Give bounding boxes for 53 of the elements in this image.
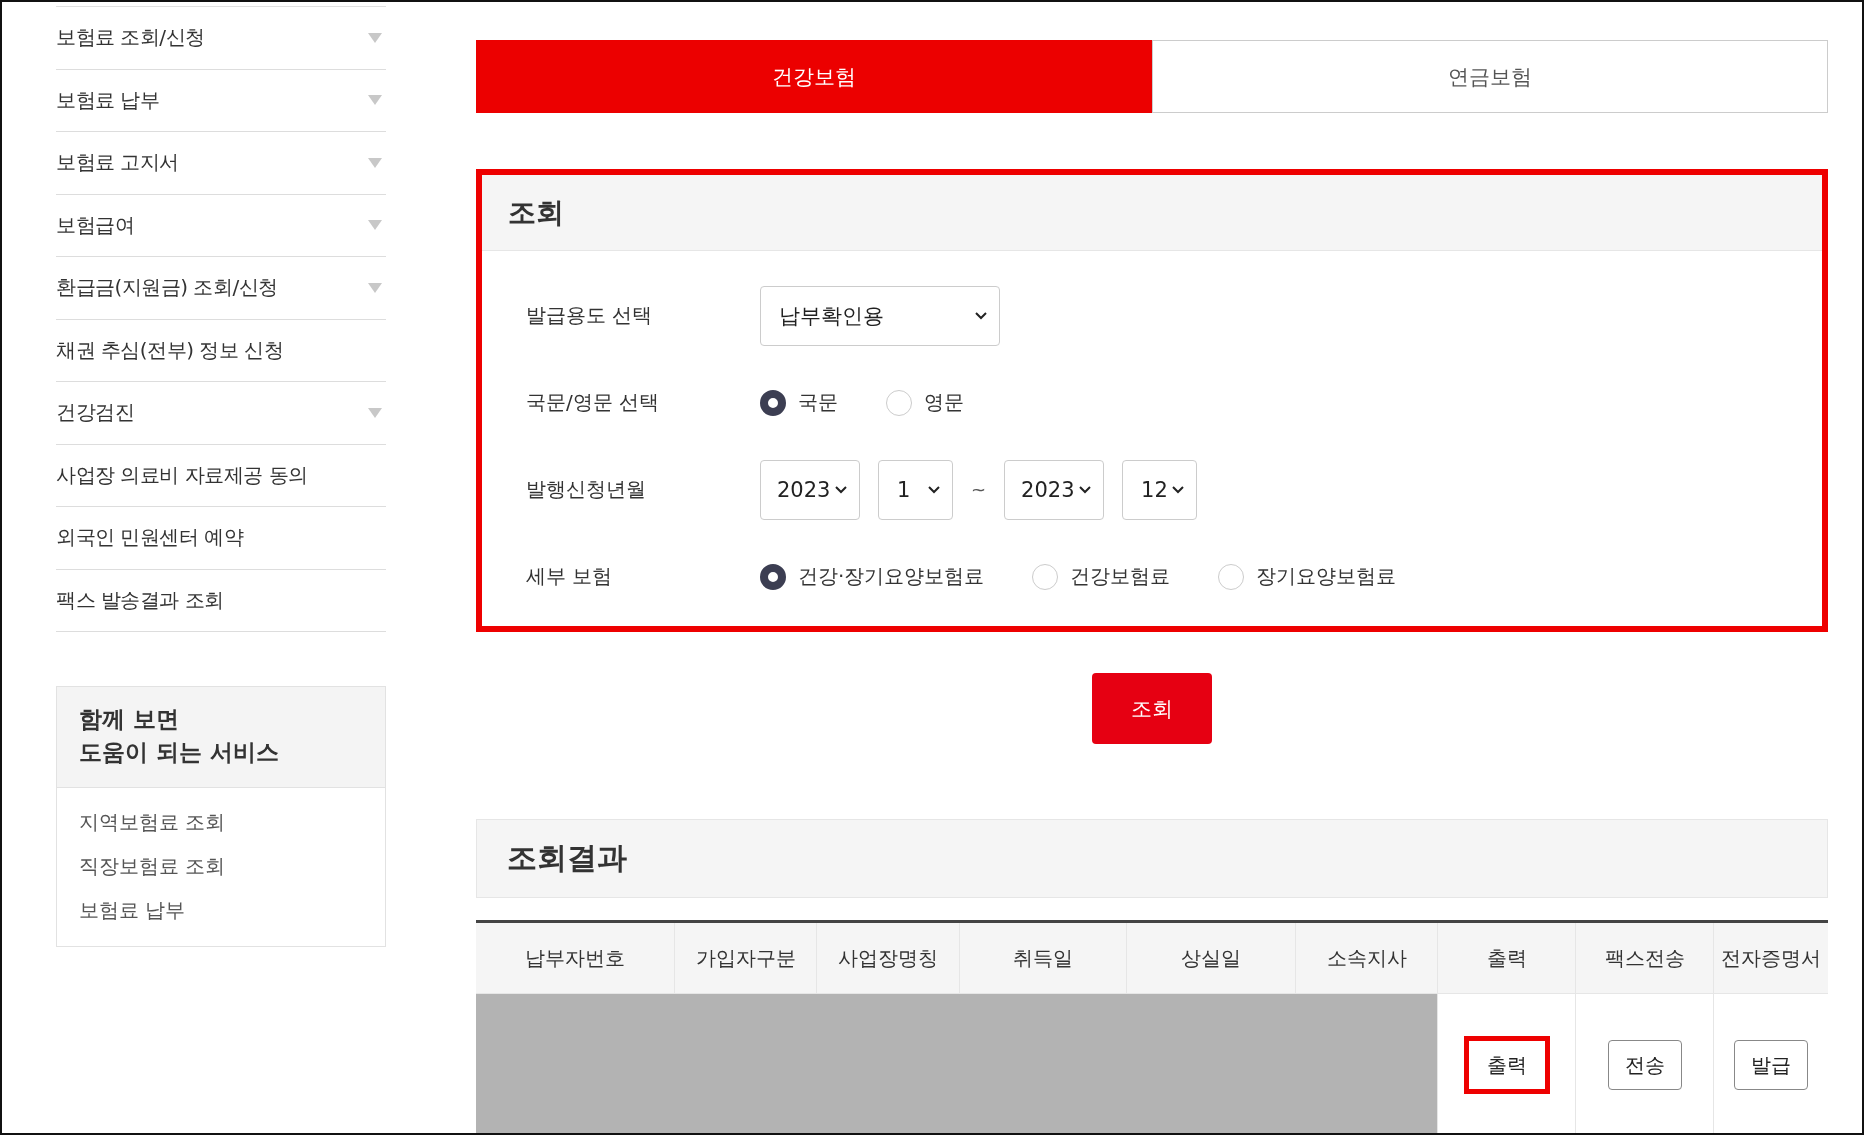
column-header: 납부자번호: [476, 921, 675, 994]
month-select[interactable]: 12: [1122, 459, 1198, 520]
radio-option[interactable]: 국문: [760, 389, 838, 416]
field-label: 발급용도 선택: [526, 302, 654, 329]
column-header: 출력: [1437, 921, 1576, 994]
field-label: 발행신청년월: [526, 476, 647, 503]
field-label: 세부 보험: [526, 563, 614, 590]
table-action-button[interactable]: 전송: [1607, 1040, 1682, 1090]
related-service-link[interactable]: 보험료 납부: [79, 888, 186, 932]
related-services-title: 함께 보면 도움이 되는 서비스: [57, 687, 385, 788]
radio-option[interactable]: 영문: [886, 389, 964, 416]
related-service-link[interactable]: 직장보험료 조회: [79, 844, 226, 888]
sidebar-item[interactable]: 보험료 조회/신청: [56, 7, 386, 70]
field-label: 국문/영문 선택: [526, 389, 661, 416]
section-title: 조회결과: [507, 839, 627, 877]
radio-option[interactable]: 장기요양보험료: [1218, 563, 1397, 590]
sidebar-item[interactable]: 채권 추심(전부) 정보 신청: [56, 319, 386, 382]
table-action-button[interactable]: 발급: [1734, 1040, 1808, 1090]
sidebar-item[interactable]: 환급금(지원금) 조회/신청: [56, 257, 386, 320]
tab[interactable]: 연금보험: [1152, 40, 1828, 113]
column-header: 사업장명칭: [816, 921, 960, 994]
column-header: 취득일: [959, 921, 1127, 994]
column-header: 가입자구분: [674, 921, 817, 994]
chevron-down-icon: [835, 485, 847, 494]
table-action-button[interactable]: 출력: [1463, 1036, 1550, 1094]
radio-option[interactable]: 건강·장기요양보험료: [760, 563, 985, 590]
chevron-down-icon: [1172, 485, 1185, 494]
sidebar-item[interactable]: 보험료 납부: [56, 69, 386, 132]
sidebar-item[interactable]: 보험급여: [56, 194, 386, 257]
column-header: 전자증명서: [1713, 921, 1828, 994]
sidebar-item[interactable]: 외국인 민원센터 예약: [56, 507, 386, 570]
purpose-select[interactable]: 납부확인용: [760, 285, 1000, 346]
column-header: 소속지사: [1295, 921, 1438, 994]
related-service-link[interactable]: 지역보험료 조회: [79, 800, 226, 844]
column-header: 팩스전송: [1575, 921, 1714, 994]
year-select[interactable]: 2023: [1004, 459, 1105, 520]
tab[interactable]: 건강보험: [476, 40, 1152, 113]
search-button[interactable]: 조회: [1092, 673, 1212, 744]
radio-button[interactable]: [760, 389, 786, 416]
range-separator: ~: [971, 479, 987, 500]
sidebar-item[interactable]: 건강검진: [56, 382, 386, 445]
radio-option[interactable]: 건강보험료: [1032, 563, 1171, 590]
sidebar-item[interactable]: 보험료 고지서: [56, 132, 386, 195]
chevron-down-icon: [928, 485, 940, 494]
column-header: 상실일: [1126, 921, 1296, 994]
chevron-down-icon: [975, 311, 987, 320]
sidebar-item[interactable]: 사업장 의료비 자료제공 동의: [56, 444, 386, 507]
year-select[interactable]: 2023: [760, 459, 860, 520]
month-select[interactable]: 1: [878, 459, 953, 520]
chevron-down-icon: [1079, 485, 1092, 494]
radio-button[interactable]: [760, 563, 786, 590]
sidebar-item[interactable]: 팩스 발송결과 조회: [56, 569, 386, 632]
section-title: 조회: [508, 194, 564, 231]
